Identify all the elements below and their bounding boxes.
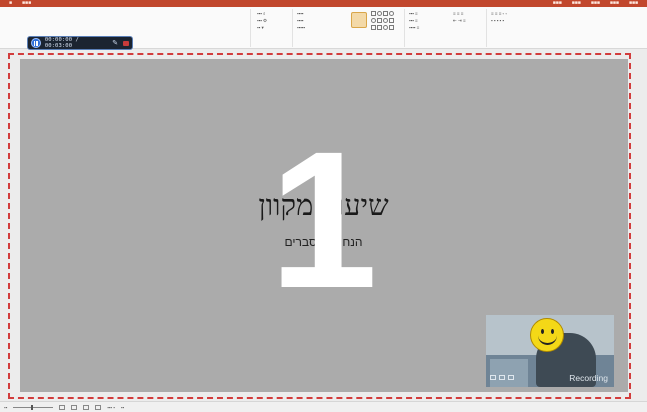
pause-icon-bar	[36, 40, 38, 46]
pause-icon	[33, 40, 36, 46]
webcam-control-icon[interactable]	[499, 375, 505, 380]
ribbon-button[interactable]: ▪▪ ▾	[257, 25, 264, 31]
font-controls[interactable]: ≡ ≡ ≡ ▫ ▫	[491, 11, 507, 17]
title-bar: ■ ■■■ ■■■ ■■■ ■■■ ■■■ ■■■	[0, 0, 647, 7]
view-reading-button[interactable]	[83, 404, 90, 410]
smiley-eye	[541, 329, 544, 334]
shapes-gallery-row[interactable]	[371, 18, 395, 25]
ribbon-group-font: ≡ ≡ ≡ ▫ ▫ ▪ ▪ ▪ ▪ ▪	[486, 9, 647, 47]
ribbon-button[interactable]: ▪▪▪ ≡	[409, 11, 418, 17]
smiley-eye	[551, 329, 554, 334]
webcam-object	[490, 359, 528, 387]
ribbon-button[interactable]: ▪▪▪ ≡	[409, 18, 418, 24]
shapes-gallery-row[interactable]	[371, 25, 395, 32]
ribbon-tab[interactable]: ■■■	[586, 0, 605, 7]
webcam-controls[interactable]	[490, 375, 514, 380]
rectangle-shape-icon[interactable]	[377, 25, 382, 30]
view-sorter-button[interactable]	[71, 404, 78, 410]
shapes-gallery[interactable]	[371, 11, 395, 18]
titlebar-right: ■■■ ■■■ ■■■ ■■■ ■■■	[548, 0, 643, 7]
ribbon-tab[interactable]: ■■■	[548, 0, 567, 7]
rectangle-shape-icon[interactable]	[371, 11, 376, 16]
font-format-buttons[interactable]: ▪ ▪ ▪ ▪ ▪	[491, 18, 504, 24]
ribbon-button[interactable]: ▪▪▪▪ ≡	[409, 25, 419, 31]
oval-shape-icon[interactable]	[389, 11, 394, 16]
pen-icon[interactable]: ✎	[112, 40, 119, 47]
ribbon-button[interactable]: ▪▪▪ ⚙	[257, 18, 267, 24]
slide-counter: ▪▪	[120, 404, 125, 410]
status-bar: ▪▪ ▪▪▪ ▪ ▪▪	[0, 401, 647, 412]
view-slideshow-button[interactable]	[95, 404, 102, 410]
zoom-level[interactable]: ▪▪	[4, 405, 7, 410]
ribbon-button[interactable]: ▪▪▪▪	[297, 18, 303, 24]
rectangle-shape-icon[interactable]	[389, 25, 394, 30]
camera-icon[interactable]	[123, 40, 129, 46]
total-time: 00:03:00	[44, 43, 73, 49]
ribbon-tab[interactable]: ■■■	[567, 0, 586, 7]
ribbon-group-editing: ▪▪▪ ⌕ ▪▪▪ ⚙ ▪▪ ▾	[250, 9, 290, 47]
oval-shape-icon[interactable]	[383, 25, 388, 30]
notes-toggle[interactable]: ▪▪▪ ▪	[107, 405, 115, 410]
webcam-control-icon[interactable]	[508, 375, 514, 380]
recording-status-label: Recording	[569, 373, 608, 383]
oval-shape-icon[interactable]	[371, 18, 376, 23]
smiley-mouth	[538, 335, 557, 345]
ribbon-button[interactable]: ▪▪▪ ⌕	[257, 11, 266, 17]
rectangle-shape-icon[interactable]	[377, 18, 382, 23]
zoom-slider[interactable]	[13, 404, 54, 410]
quick-styles-button[interactable]	[351, 12, 367, 28]
titlebar-item[interactable]: ■■■	[17, 0, 36, 7]
align-buttons[interactable]: ≡ ≡ ≡	[453, 11, 463, 17]
titlebar-left: ■ ■■■	[4, 0, 36, 7]
oval-shape-icon[interactable]	[377, 11, 382, 16]
ribbon-tab[interactable]: ■■■	[624, 0, 643, 7]
ribbon-tab[interactable]: ■■■	[605, 0, 624, 7]
ribbon-group-drawing: ▪▪▪▪ ▪▪▪▪ ▪▪▪▪▪	[292, 9, 402, 47]
recording-timer: 00:00:00 / 00:03:00	[45, 37, 108, 49]
time-separator: /	[75, 37, 79, 43]
titlebar-item[interactable]: ■	[4, 0, 17, 7]
ribbon-button[interactable]: ▪▪▪▪▪	[297, 25, 305, 31]
indent-buttons[interactable]: ⇤ ⇥ ≡	[453, 18, 466, 24]
rectangle-shape-icon[interactable]	[371, 25, 376, 30]
smiley-face-icon	[530, 318, 564, 352]
zoom-slider-thumb[interactable]	[31, 404, 34, 410]
pause-button[interactable]	[31, 38, 41, 48]
ribbon-button[interactable]: ▪▪▪▪	[297, 11, 303, 17]
view-normal-button[interactable]	[59, 404, 66, 410]
webcam-preview[interactable]: Recording	[486, 315, 614, 387]
rectangle-shape-icon[interactable]	[389, 18, 394, 23]
oval-shape-icon[interactable]	[383, 18, 388, 23]
webcam-control-icon[interactable]	[490, 375, 496, 380]
rectangle-shape-icon[interactable]	[383, 11, 388, 16]
recording-control-bar[interactable]: 00:00:00 / 00:03:00 ✎	[27, 36, 133, 50]
ribbon-group-paragraph: ▪▪▪ ≡ ▪▪▪ ≡ ▪▪▪▪ ≡ ≡ ≡ ≡ ⇤ ⇥ ≡	[404, 9, 484, 47]
